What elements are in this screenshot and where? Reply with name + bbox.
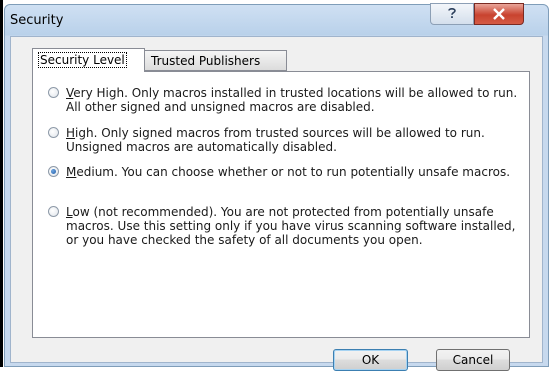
radio-high[interactable]	[48, 127, 59, 138]
option-very-high[interactable]: Very High. Only macros installed in trus…	[48, 86, 518, 114]
option-very-high-label: Very High. Only macros installed in trus…	[66, 86, 518, 114]
tab-trusted-publishers[interactable]: Trusted Publishers	[145, 50, 287, 71]
option-low[interactable]: Low (not recommended). You are not prote…	[48, 205, 518, 247]
radio-very-high[interactable]	[48, 87, 59, 98]
ok-button[interactable]: OK	[333, 349, 408, 371]
close-button[interactable]	[474, 3, 524, 25]
dialog-client-area: Security Level Trusted Publishers Very H…	[10, 36, 543, 371]
option-high-label: High. Only signed macros from trusted so…	[66, 126, 485, 154]
close-icon	[492, 5, 506, 24]
cancel-button[interactable]: Cancel	[436, 349, 510, 371]
radio-medium[interactable]	[48, 166, 59, 177]
tab-security-level-label: Security Level	[38, 52, 127, 68]
option-low-label: Low (not recommended). You are not prote…	[66, 205, 516, 247]
screen-edge	[0, 0, 3, 367]
title-bar[interactable]: Security	[5, 3, 548, 36]
help-button[interactable]	[430, 3, 474, 25]
tab-trusted-publishers-label: Trusted Publishers	[151, 54, 261, 68]
security-level-panel: Very High. Only macros installed in trus…	[32, 71, 530, 338]
option-medium-label: Medium. You can choose whether or not to…	[66, 165, 511, 179]
window-title: Security	[10, 13, 64, 28]
security-dialog: Security Security Level Trusted Publishe…	[4, 3, 549, 371]
help-icon	[445, 5, 459, 24]
tab-security-level[interactable]: Security Level	[32, 48, 145, 72]
radio-low[interactable]	[48, 206, 59, 217]
option-medium[interactable]: Medium. You can choose whether or not to…	[48, 165, 518, 179]
option-high[interactable]: High. Only signed macros from trusted so…	[48, 126, 518, 154]
